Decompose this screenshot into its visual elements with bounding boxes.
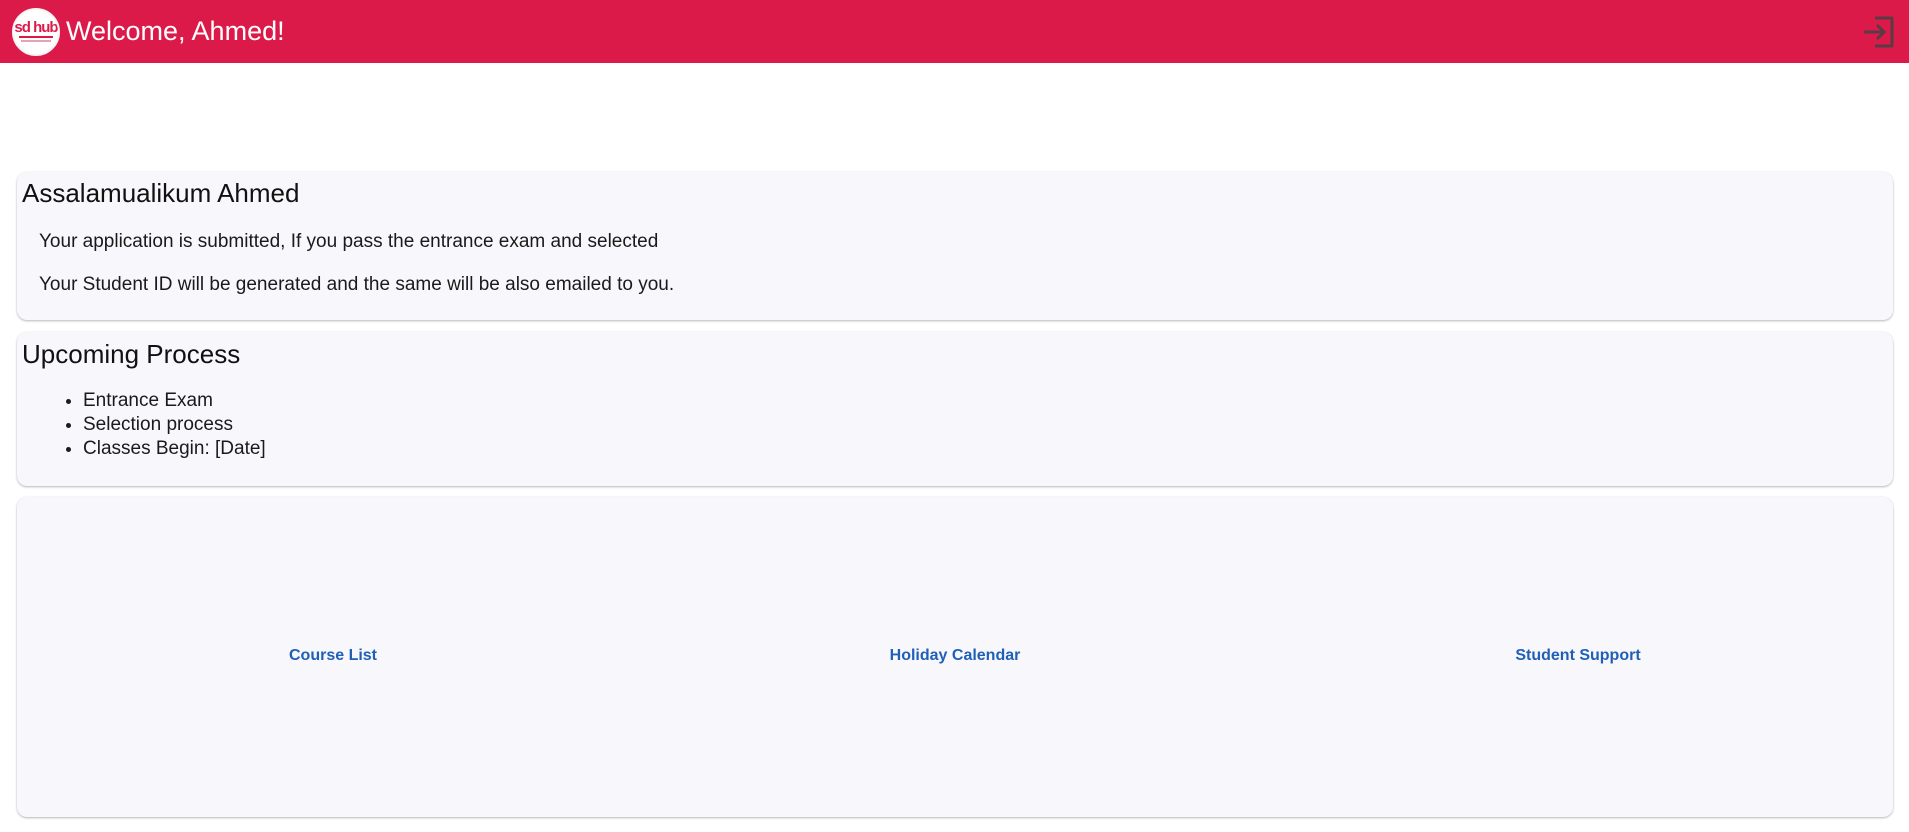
logout-button[interactable] — [1859, 12, 1899, 52]
student-id-info-text: Your Student ID will be generated and th… — [39, 274, 675, 295]
logo-text: sd hub — [14, 19, 58, 36]
welcome-title: Welcome, Ahmed! — [66, 16, 285, 46]
process-list: Entrance Exam Selection process Classes … — [17, 389, 266, 461]
top-app-bar: sd hub Welcome, Ahmed! — [0, 0, 1909, 63]
upcoming-process-card: Upcoming Process Entrance Exam Selection… — [17, 332, 1893, 486]
greeting-card: Assalamualikum Ahmed Your application is… — [17, 172, 1893, 320]
logo-tagline-bar — [21, 40, 51, 42]
student-support-link[interactable]: Student Support — [1515, 647, 1640, 665]
greeting-title: Assalamualikum Ahmed — [22, 178, 300, 208]
list-item: Selection process — [83, 413, 266, 437]
course-list-link[interactable]: Course List — [289, 647, 377, 665]
application-status-text: Your application is submitted, If you pa… — [39, 231, 659, 252]
holiday-calendar-link[interactable]: Holiday Calendar — [890, 647, 1021, 665]
quick-links-card: Course List Holiday Calendar Student Sup… — [17, 497, 1893, 817]
sd-hub-logo: sd hub — [12, 7, 60, 56]
list-item: Classes Begin: [Date] — [83, 437, 266, 461]
list-item: Entrance Exam — [83, 389, 266, 413]
logo-underline — [19, 36, 53, 38]
logout-icon — [1864, 16, 1894, 47]
upcoming-process-title: Upcoming Process — [22, 339, 241, 369]
